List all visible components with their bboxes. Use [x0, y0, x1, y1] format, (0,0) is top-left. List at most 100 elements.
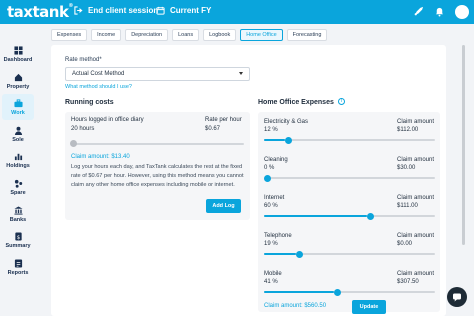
- tab-loans[interactable]: Loans: [172, 29, 200, 41]
- expense-percent: 12 %: [264, 127, 278, 133]
- slider-thumb[interactable]: [284, 136, 292, 144]
- slider-thumb[interactable]: [264, 174, 271, 182]
- rate-method-select[interactable]: Actual Cost Method: [65, 67, 250, 81]
- info-icon[interactable]: i: [338, 98, 345, 105]
- sidebar-item-label: Spare: [10, 189, 26, 196]
- expense-slider[interactable]: [264, 174, 435, 182]
- sidebar-item-summary[interactable]: $ Summary: [2, 227, 34, 253]
- expense-slider[interactable]: [264, 250, 435, 258]
- sidebar: Dashboard Property Work Sole Holdings Sp…: [0, 24, 36, 316]
- running-costs-claim: Claim amount: $13.40: [71, 154, 130, 160]
- financial-year-label: Current FY: [170, 6, 212, 15]
- page-scrollbar[interactable]: [462, 45, 465, 245]
- expense-amount: $307.50: [397, 279, 419, 285]
- slider-thumb[interactable]: [296, 250, 304, 258]
- expense-amount: $30.00: [397, 165, 416, 171]
- end-client-session-label: End client session: [88, 6, 159, 15]
- expense-slider[interactable]: [264, 136, 435, 144]
- sidebar-item-spare[interactable]: Spare: [2, 174, 34, 200]
- sidebar-item-reports[interactable]: Reports: [2, 254, 34, 280]
- claim-amount-header: Claim amount: [397, 157, 435, 163]
- hours-header: Hours logged in office diary: [71, 117, 144, 123]
- rate-per-hour-header: Rate per hour: [205, 117, 242, 123]
- expense-row-telephone: Telephone 19 % Claim amount $0.00: [258, 230, 440, 268]
- top-bar: taxtank® End client session Current FY: [0, 0, 474, 24]
- sidebar-item-label: Banks: [9, 216, 27, 223]
- claim-amount-header: Claim amount: [397, 119, 435, 125]
- work-tabs: Expenses Income Depreciation Loans Logbo…: [51, 29, 331, 41]
- expense-name: Electricity & Gas: [264, 119, 309, 125]
- end-client-session-button[interactable]: End client session: [74, 6, 158, 15]
- sidebar-item-property[interactable]: Property: [2, 68, 34, 94]
- expense-amount: $112.00: [397, 127, 419, 133]
- slider-thumb[interactable]: [366, 212, 374, 220]
- rocket-icon: [414, 6, 424, 16]
- expense-name: Cleaning: [264, 157, 288, 163]
- briefcase-icon: [13, 98, 23, 107]
- financial-year-selector[interactable]: Current FY: [156, 6, 211, 15]
- sidebar-item-banks[interactable]: Banks: [2, 201, 34, 227]
- calendar-icon: [156, 6, 165, 15]
- sidebar-item-label: Work: [11, 109, 25, 116]
- rate-method-value: Actual Cost Method: [72, 71, 125, 77]
- expense-slider[interactable]: [264, 288, 435, 296]
- claim-amount-header: Claim amount: [397, 195, 435, 201]
- tab-depreciation[interactable]: Depreciation: [125, 29, 169, 41]
- rate-per-hour-value: $0.67: [205, 126, 221, 132]
- home-office-expenses-title: Home Office Expenses: [258, 99, 334, 106]
- dollar-doc-icon: $: [14, 231, 22, 240]
- svg-text:$: $: [16, 234, 19, 240]
- rate-method-label: Rate method*: [65, 57, 102, 63]
- home-office-panel: Rate method* Actual Cost Method What met…: [51, 45, 446, 316]
- chart-icon: [14, 153, 22, 160]
- sidebar-item-holdings[interactable]: Holdings: [2, 147, 34, 173]
- expense-amount: $111.00: [397, 203, 418, 209]
- expense-percent: 60 %: [264, 203, 278, 209]
- announcements-button[interactable]: [412, 5, 425, 18]
- sidebar-item-sole[interactable]: Sole: [2, 121, 34, 147]
- house-icon: [14, 73, 22, 81]
- person-icon: [14, 126, 22, 135]
- running-costs-slider-thumb[interactable]: [70, 140, 77, 147]
- slider-fill: [264, 139, 285, 141]
- chat-support-button[interactable]: [447, 287, 467, 307]
- expense-name: Telephone: [264, 233, 292, 239]
- method-help-link[interactable]: What method should I use?: [65, 84, 132, 90]
- logout-icon: [74, 6, 83, 15]
- expense-slider[interactable]: [264, 212, 435, 220]
- dashboard-icon: [13, 45, 23, 55]
- slider-thumb[interactable]: [334, 288, 342, 296]
- user-avatar[interactable]: [455, 5, 469, 19]
- running-costs-description: Log your hours each day, and TaxTank cal…: [71, 164, 244, 188]
- sidebar-item-label: Sole: [12, 136, 24, 143]
- chevron-down-icon: [239, 72, 243, 75]
- add-log-button[interactable]: Add Log: [206, 199, 241, 213]
- taxtank-logo[interactable]: taxtank®: [7, 3, 73, 21]
- expense-row-internet: Internet 60 % Claim amount $111.00: [258, 192, 440, 230]
- home-office-expenses-card: Electricity & Gas 12 % Claim amount $112…: [258, 112, 440, 312]
- sidebar-item-label: Reports: [7, 269, 29, 276]
- tab-forecasting[interactable]: Forecasting: [286, 29, 328, 41]
- sidebar-item-label: Holdings: [6, 162, 30, 169]
- slider-fill: [264, 291, 335, 293]
- slider-fill: [264, 215, 367, 217]
- tab-income[interactable]: Income: [91, 29, 122, 41]
- expense-row-electricity: Electricity & Gas 12 % Claim amount $112…: [258, 116, 440, 154]
- claim-amount-header: Claim amount: [397, 233, 435, 239]
- expense-row-cleaning: Cleaning 0 % Claim amount $30.00: [258, 154, 440, 192]
- running-costs-title: Running costs: [65, 99, 114, 106]
- expense-percent: 0 %: [264, 165, 275, 171]
- sidebar-item-label: Property: [6, 83, 30, 90]
- sidebar-item-work[interactable]: Work: [2, 94, 34, 120]
- expense-percent: 41 %: [264, 279, 278, 285]
- sidebar-item-dashboard[interactable]: Dashboard: [2, 41, 34, 67]
- sidebar-item-label: Summary: [5, 242, 31, 249]
- tab-expenses[interactable]: Expenses: [51, 29, 88, 41]
- slider-fill: [264, 253, 297, 255]
- update-button[interactable]: Update: [352, 300, 386, 314]
- expense-name: Internet: [264, 195, 285, 201]
- sidebar-item-label: Dashboard: [3, 56, 33, 63]
- tab-home-office[interactable]: Home Office: [240, 29, 283, 41]
- tab-logbook[interactable]: Logbook: [203, 29, 237, 41]
- notifications-button[interactable]: [433, 5, 446, 18]
